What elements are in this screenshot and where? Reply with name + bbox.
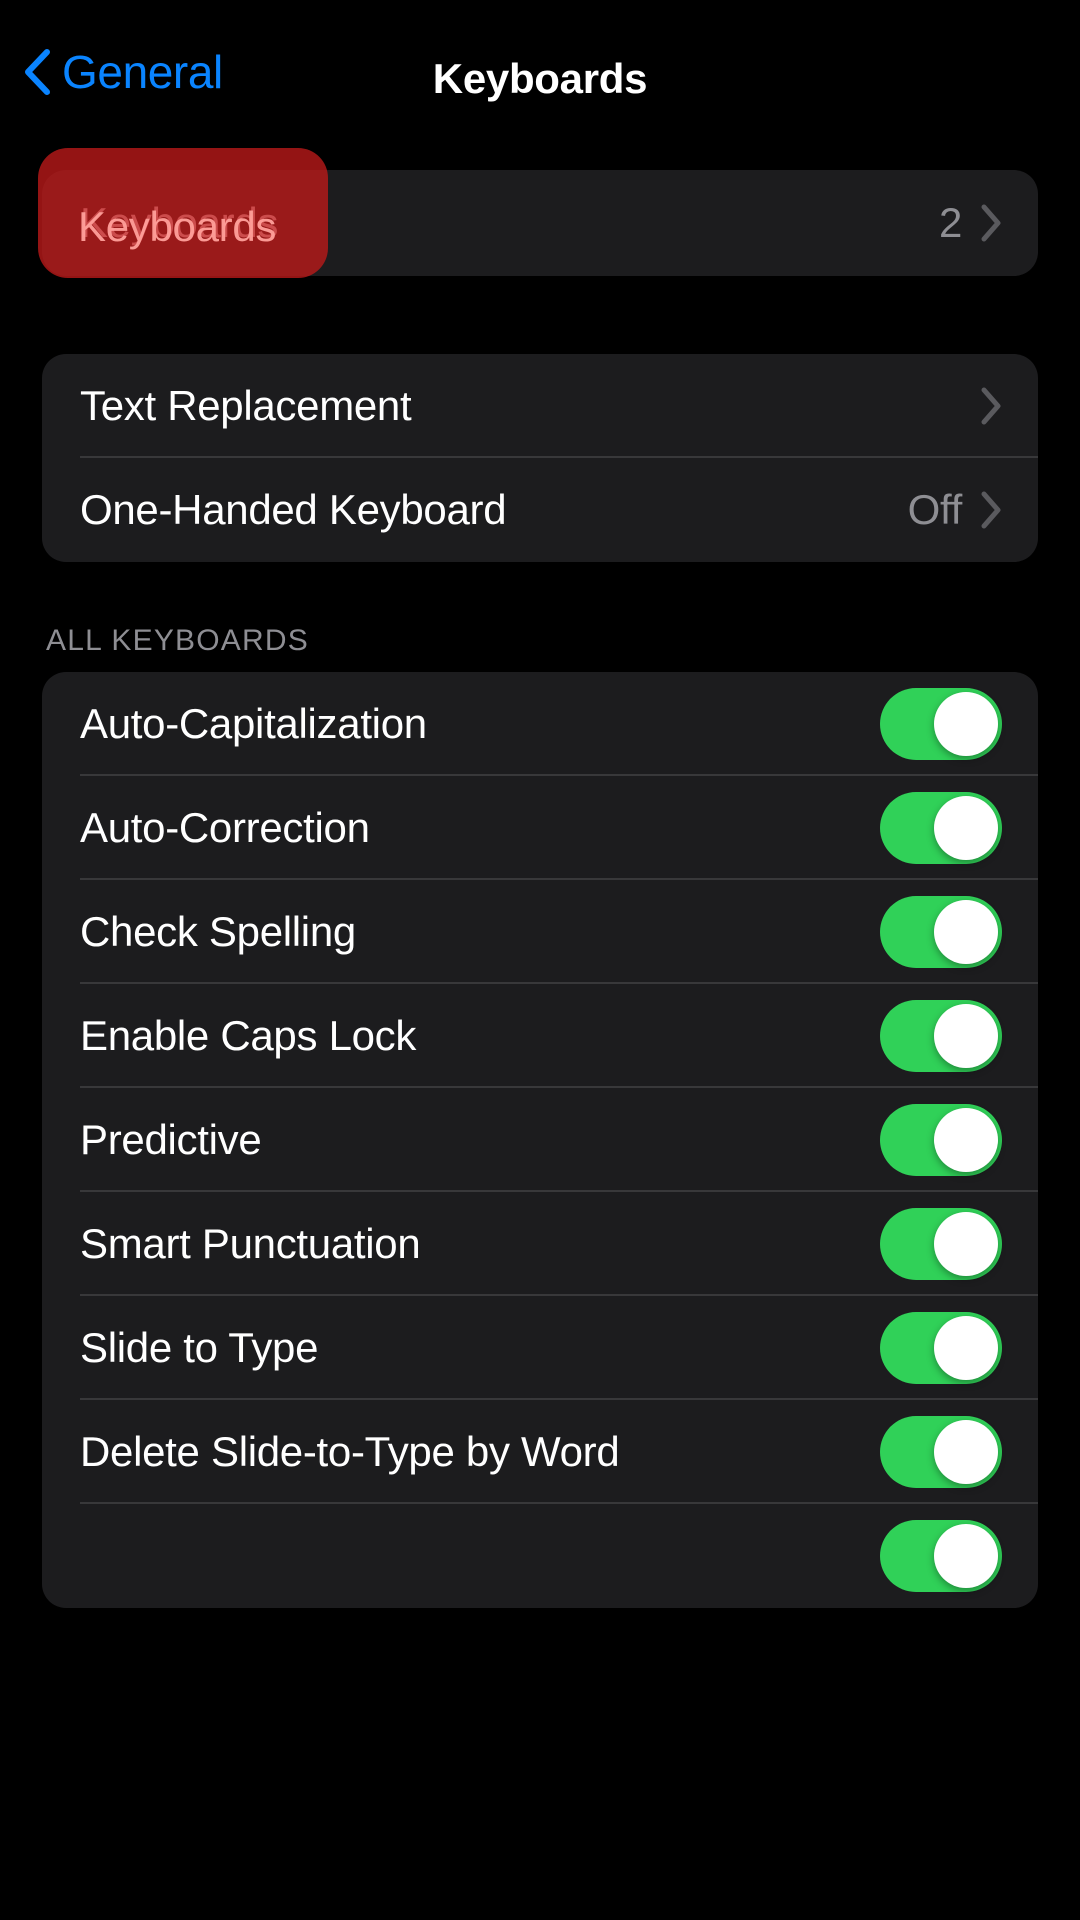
toggle-knob [934,1316,998,1380]
row-slide-to-type-label: Slide to Type [80,1324,319,1371]
page-title: Keyboards [432,55,648,102]
row-check-spelling[interactable]: Check Spelling [42,880,1038,984]
row-delete-slide-to-type-by-word-label: Delete Slide-to-Type by Word [80,1428,620,1475]
toggle-predictive[interactable] [880,1104,1002,1176]
toggle-enable-caps-lock[interactable] [880,1000,1002,1072]
row-smart-punctuation-label: Smart Punctuation [80,1220,421,1267]
navigation-bar: General Keyboards [0,0,1080,150]
row-enable-caps-lock[interactable]: Enable Caps Lock [42,984,1038,1088]
row-smart-punctuation[interactable]: Smart Punctuation [42,1192,1038,1296]
row-one-handed-keyboard-label: One-Handed Keyboard [80,486,507,533]
row-delete-slide-to-type-by-word[interactable]: Delete Slide-to-Type by Word [42,1400,1038,1504]
keyboards-card: Keyboards 2 [42,170,1038,276]
toggle-knob [934,796,998,860]
row-slide-to-type[interactable]: Slide to Type [42,1296,1038,1400]
toggle-check-spelling[interactable] [880,896,1002,968]
all-keyboards-card: Auto-Capitalization Auto-Correction Check … [42,672,1038,1608]
row-enable-caps-lock-label: Enable Caps Lock [80,1012,417,1059]
row-keyboards[interactable]: Keyboards 2 [42,170,1038,276]
all-keyboards-section-header-wrapper: ALL KEYBOARDS [0,562,1080,672]
toggle-knob [934,1524,998,1588]
toggle-knob [934,1212,998,1276]
row-check-spelling-label: Check Spelling [80,908,356,955]
toggle-knob [934,1004,998,1068]
row-auto-capitalization[interactable]: Auto-Capitalization [42,672,1038,776]
row-one-handed-keyboard-value: Off [907,486,963,533]
toggle-delete-slide-to-type-by-word[interactable] [880,1416,1002,1488]
chevron-right-icon [980,491,1002,529]
row-row-8[interactable] [42,1504,1038,1608]
toggle-knob [934,1420,998,1484]
all-keyboards-section-header: ALL KEYBOARDS [46,624,309,657]
row-predictive-label: Predictive [80,1116,262,1163]
row-text-replacement-label: Text Replacement [80,382,412,429]
toggle-row-8[interactable] [880,1520,1002,1592]
toggle-auto-correction[interactable] [880,792,1002,864]
row-one-handed-keyboard[interactable]: One-Handed Keyboard Off [42,458,1038,562]
toggle-smart-punctuation[interactable] [880,1208,1002,1280]
row-auto-correction-label: Auto-Correction [80,804,370,851]
row-auto-capitalization-label: Auto-Capitalization [80,700,427,747]
keyboard-options-card: Text Replacement One-Handed Keyboard Off [42,354,1038,562]
toggle-auto-capitalization[interactable] [880,688,1002,760]
row-text-replacement[interactable]: Text Replacement [42,354,1038,458]
keyboards-card-wrapper: Keyboards 2 Keyboards [0,148,1080,278]
toggle-knob [934,1108,998,1172]
toggle-knob [934,692,998,756]
settings-keyboards-screen: General Keyboards Keyboards 2 Keyboards … [0,0,1080,1920]
chevron-right-icon [980,387,1002,425]
row-keyboards-value: 2 [938,199,962,246]
toggle-knob [934,900,998,964]
row-keyboards-label: Keyboards [80,199,279,246]
row-predictive[interactable]: Predictive [42,1088,1038,1192]
toggle-slide-to-type[interactable] [880,1312,1002,1384]
chevron-right-icon [980,204,1002,242]
row-auto-correction[interactable]: Auto-Correction [42,776,1038,880]
